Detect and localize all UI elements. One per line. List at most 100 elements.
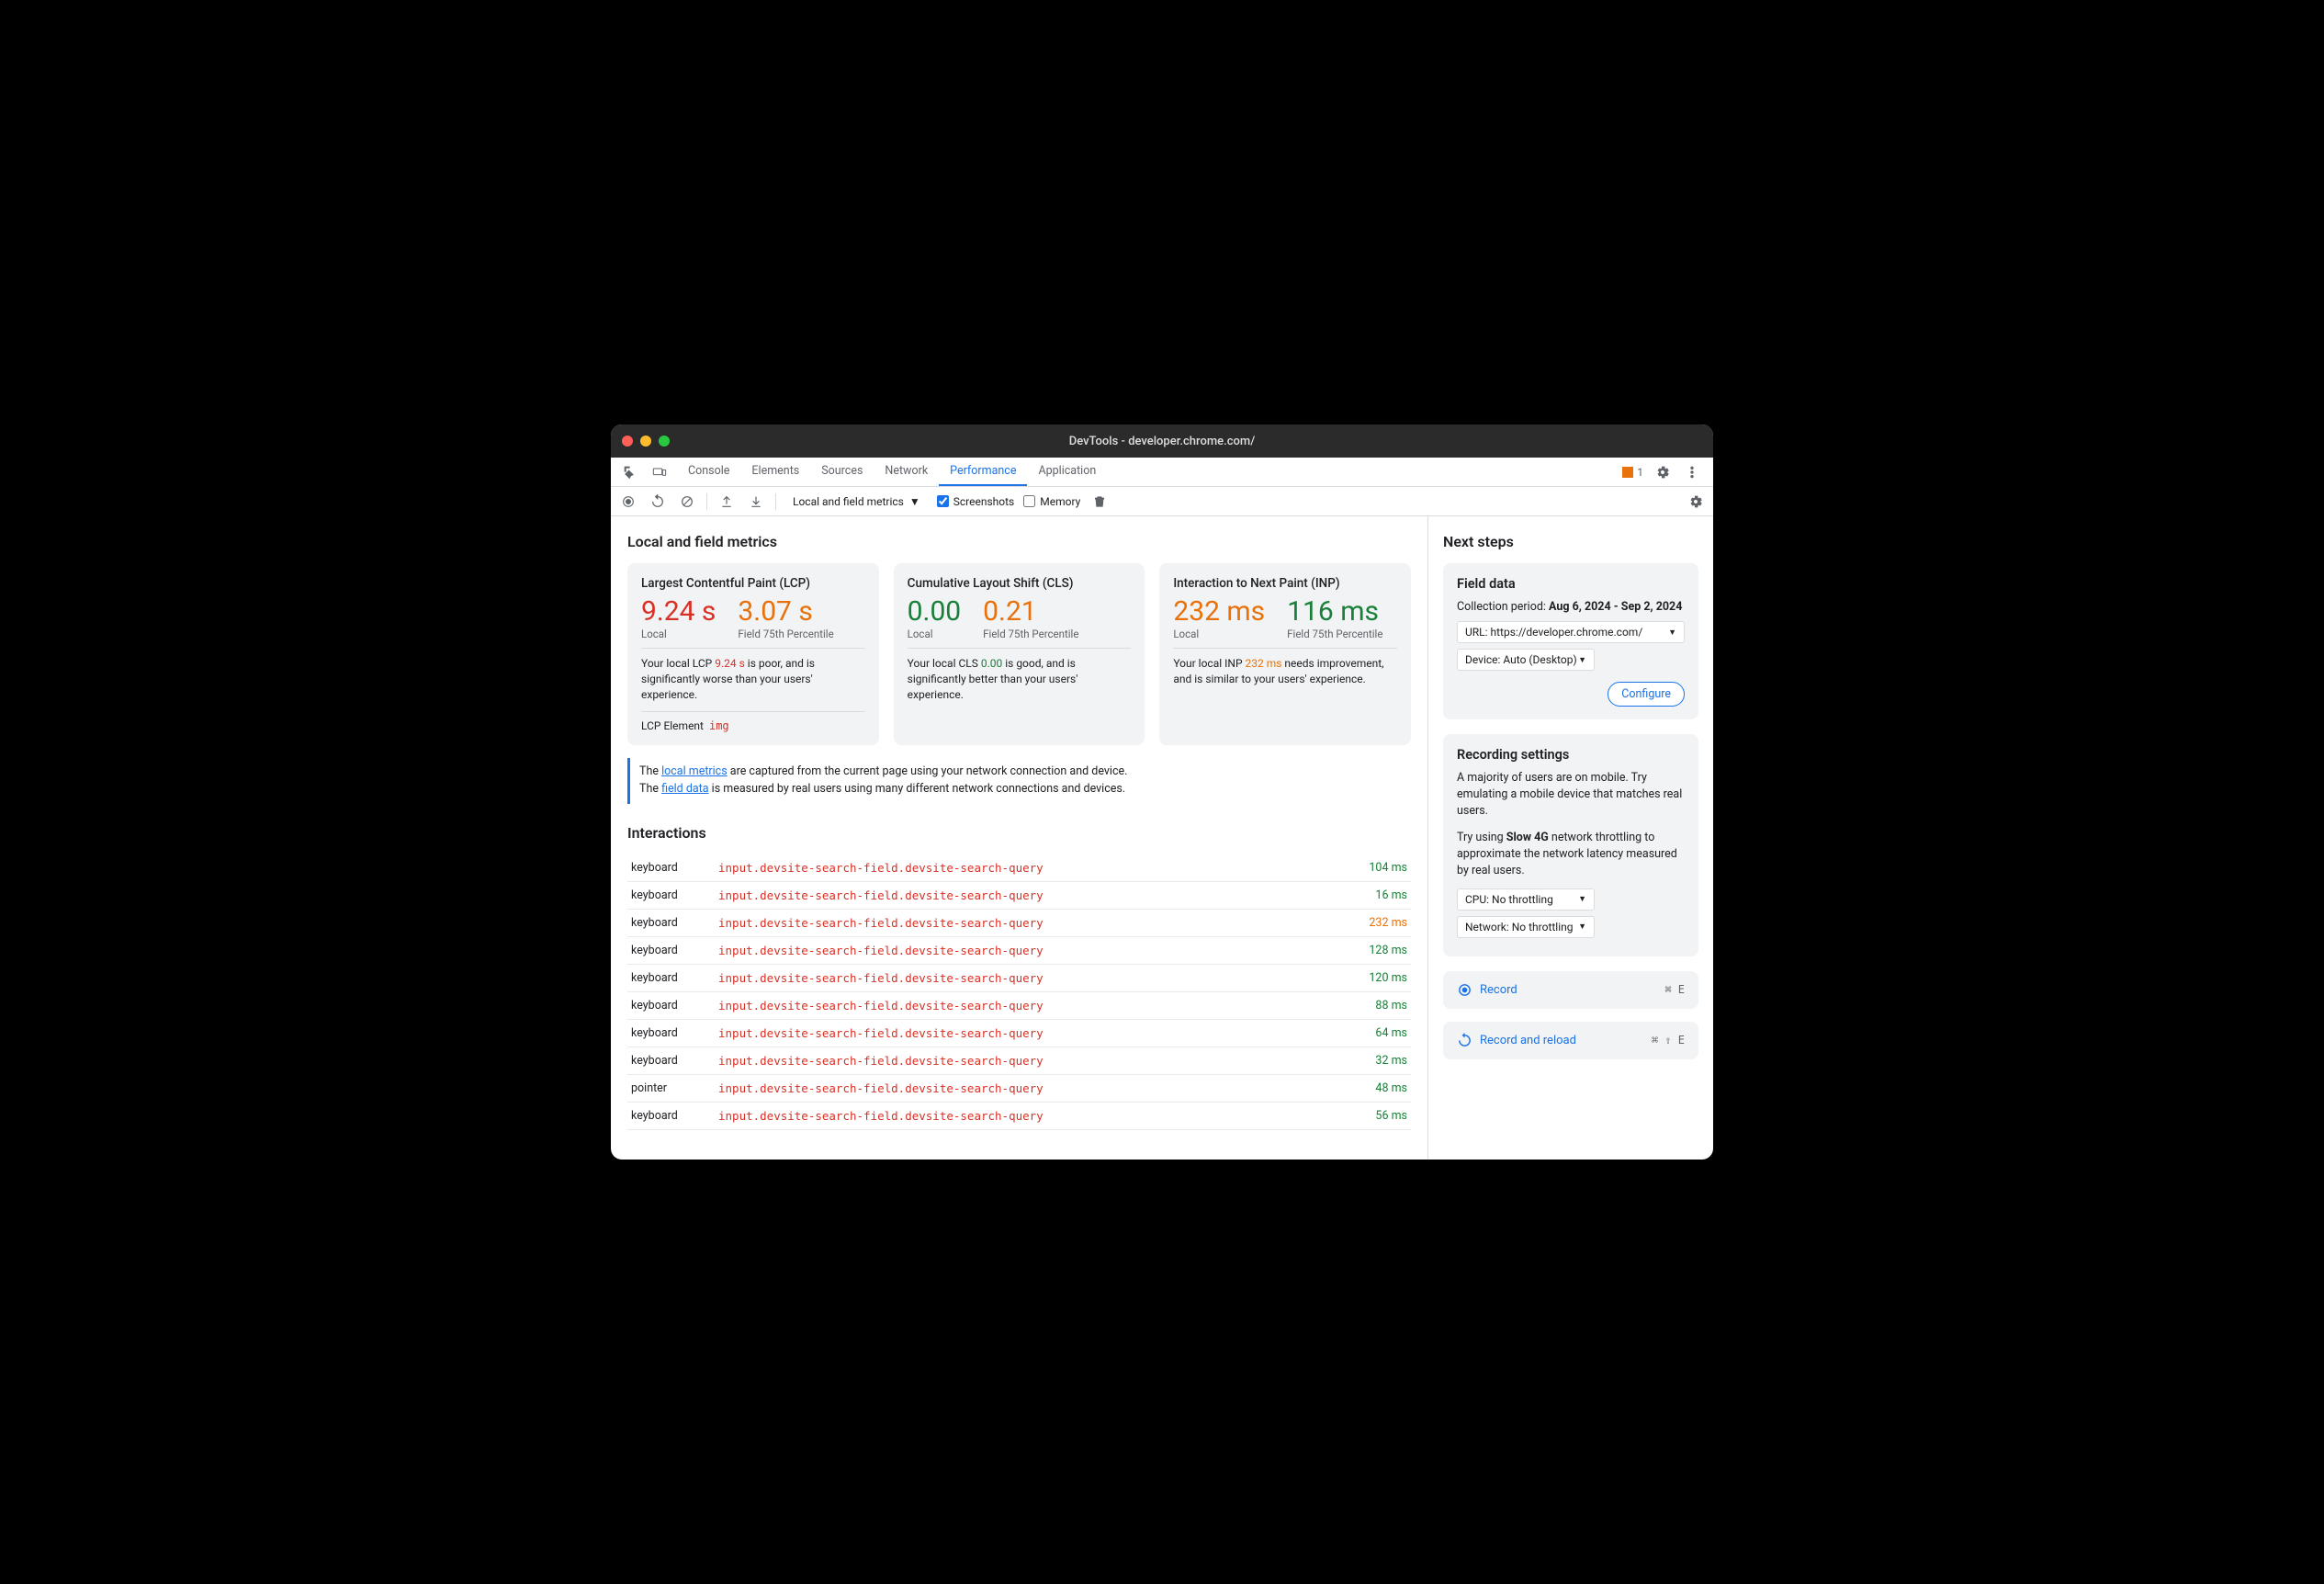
metric-card: Interaction to Next Paint (INP) 232 ms L… <box>1159 563 1411 745</box>
interaction-row[interactable]: keyboard input.devsite-search-field.devs… <box>627 1047 1411 1074</box>
device-toolbar-icon[interactable] <box>649 462 670 482</box>
capture-settings-gear-icon[interactable] <box>1686 492 1706 512</box>
metrics-view-dropdown[interactable]: Local and field metrics ▼ <box>785 493 928 510</box>
side-panel: Next steps Field data Collection period:… <box>1428 516 1713 1160</box>
field-data-title: Field data <box>1457 576 1685 592</box>
metrics-info-box: The local metrics are captured from the … <box>627 758 1411 804</box>
configure-button[interactable]: Configure <box>1608 682 1685 707</box>
metric-local-value: 9.24 s <box>641 598 716 626</box>
interaction-selector: input.devsite-search-field.devsite-searc… <box>715 1019 1337 1047</box>
record-shortcut: ⌘ E <box>1664 983 1685 996</box>
interaction-type: keyboard <box>627 964 715 991</box>
interaction-row[interactable]: keyboard input.devsite-search-field.devs… <box>627 991 1411 1019</box>
metric-field-label: Field 75th Percentile <box>738 628 833 640</box>
record-button-icon[interactable] <box>618 492 638 512</box>
download-profile-icon[interactable] <box>746 492 766 512</box>
field-data-link[interactable]: field data <box>661 782 708 796</box>
interactions-table: keyboard input.devsite-search-field.devs… <box>627 854 1411 1130</box>
tab-network[interactable]: Network <box>874 458 939 486</box>
metric-local-label: Local <box>1173 628 1265 640</box>
record-label: Record <box>1480 983 1517 997</box>
clear-icon[interactable] <box>677 492 697 512</box>
interaction-selector: input.devsite-search-field.devsite-searc… <box>715 1047 1337 1074</box>
more-menu-icon[interactable] <box>1682 462 1702 482</box>
interaction-row[interactable]: keyboard input.devsite-search-field.devs… <box>627 936 1411 964</box>
interaction-row[interactable]: keyboard input.devsite-search-field.devs… <box>627 854 1411 882</box>
settings-gear-icon[interactable] <box>1653 462 1673 482</box>
lcp-element-label: LCP Element <box>641 719 704 732</box>
chevron-down-icon: ▼ <box>1578 655 1586 665</box>
metrics-view-label: Local and field metrics <box>793 495 904 508</box>
memory-input[interactable] <box>1023 495 1035 507</box>
interaction-type: keyboard <box>627 881 715 909</box>
metric-title: Interaction to Next Paint (INP) <box>1173 576 1397 591</box>
tab-elements[interactable]: Elements <box>740 458 810 486</box>
devtools-window: DevTools - developer.chrome.com/ Console… <box>611 424 1713 1160</box>
traffic-lights <box>622 436 670 447</box>
interaction-row[interactable]: keyboard input.devsite-search-field.devs… <box>627 909 1411 936</box>
url-select[interactable]: URL: https://developer.chrome.com/▼ <box>1457 621 1685 643</box>
interaction-selector: input.devsite-search-field.devsite-searc… <box>715 936 1337 964</box>
metric-local-label: Local <box>908 628 962 640</box>
minimize-window-button[interactable] <box>640 436 651 447</box>
interaction-time: 64 ms <box>1337 1019 1411 1047</box>
interaction-time: 232 ms <box>1337 909 1411 936</box>
interaction-row[interactable]: pointer input.devsite-search-field.devsi… <box>627 1074 1411 1102</box>
tab-console[interactable]: Console <box>677 458 740 486</box>
recording-hint-network: Try using Slow 4G network throttling to … <box>1457 830 1685 879</box>
window-title: DevTools - developer.chrome.com/ <box>611 435 1713 448</box>
recording-settings-panel: Recording settings A majority of users a… <box>1443 734 1698 956</box>
interaction-row[interactable]: keyboard input.devsite-search-field.devs… <box>627 1019 1411 1047</box>
titlebar: DevTools - developer.chrome.com/ <box>611 424 1713 458</box>
upload-profile-icon[interactable] <box>716 492 737 512</box>
interaction-time: 32 ms <box>1337 1047 1411 1074</box>
chevron-down-icon: ▼ <box>909 495 920 508</box>
record-reload-action[interactable]: Record and reload ⌘ ⇧ E <box>1443 1022 1698 1059</box>
interaction-time: 56 ms <box>1337 1102 1411 1129</box>
metric-card: Largest Contentful Paint (LCP) 9.24 s Lo… <box>627 563 879 745</box>
interaction-type: keyboard <box>627 854 715 882</box>
network-throttling-select[interactable]: Network: No throttling▼ <box>1457 916 1595 938</box>
metric-field-value: 116 ms <box>1287 598 1382 626</box>
metric-field-value: 3.07 s <box>738 598 833 626</box>
tab-performance[interactable]: Performance <box>939 458 1027 486</box>
performance-toolbar: Local and field metrics ▼ Screenshots Me… <box>611 487 1713 516</box>
interaction-time: 104 ms <box>1337 854 1411 882</box>
interaction-row[interactable]: keyboard input.devsite-search-field.devs… <box>627 964 1411 991</box>
interaction-type: keyboard <box>627 936 715 964</box>
interaction-time: 16 ms <box>1337 881 1411 909</box>
recording-settings-title: Recording settings <box>1457 747 1685 763</box>
interaction-type: keyboard <box>627 909 715 936</box>
local-metrics-link[interactable]: local metrics <box>661 764 728 778</box>
record-action[interactable]: Record ⌘ E <box>1443 971 1698 1009</box>
cpu-throttling-select[interactable]: CPU: No throttling▼ <box>1457 888 1595 911</box>
interaction-type: keyboard <box>627 1019 715 1047</box>
metric-description: Your local CLS 0.00 is good, and is sign… <box>908 656 1132 702</box>
metric-local-label: Local <box>641 628 716 640</box>
metric-local-value: 232 ms <box>1173 598 1265 626</box>
reload-icon <box>1457 1033 1472 1048</box>
metric-description: Your local INP 232 ms needs improvement,… <box>1173 656 1397 687</box>
interaction-time: 48 ms <box>1337 1074 1411 1102</box>
interaction-row[interactable]: keyboard input.devsite-search-field.devs… <box>627 1102 1411 1129</box>
garbage-collect-icon[interactable] <box>1089 492 1110 512</box>
metric-card: Cumulative Layout Shift (CLS) 0.00 Local… <box>894 563 1145 745</box>
screenshots-checkbox[interactable]: Screenshots <box>937 495 1014 508</box>
lcp-element-tag[interactable]: img <box>709 719 729 732</box>
interaction-row[interactable]: keyboard input.devsite-search-field.devs… <box>627 881 1411 909</box>
zoom-window-button[interactable] <box>659 436 670 447</box>
metric-title: Largest Contentful Paint (LCP) <box>641 576 865 591</box>
inspect-element-icon[interactable] <box>620 462 640 482</box>
reload-record-icon[interactable] <box>648 492 668 512</box>
interaction-selector: input.devsite-search-field.devsite-searc… <box>715 1074 1337 1102</box>
tab-sources[interactable]: Sources <box>810 458 874 486</box>
record-reload-shortcut: ⌘ ⇧ E <box>1652 1034 1685 1047</box>
tab-application[interactable]: Application <box>1027 458 1107 486</box>
memory-checkbox[interactable]: Memory <box>1023 495 1080 508</box>
screenshots-input[interactable] <box>937 495 949 507</box>
device-select[interactable]: Device: Auto (Desktop)▼ <box>1457 649 1595 671</box>
issues-badge[interactable]: 1 <box>1622 466 1643 479</box>
metric-local-value: 0.00 <box>908 598 962 626</box>
metric-field-value: 0.21 <box>983 598 1078 626</box>
close-window-button[interactable] <box>622 436 633 447</box>
